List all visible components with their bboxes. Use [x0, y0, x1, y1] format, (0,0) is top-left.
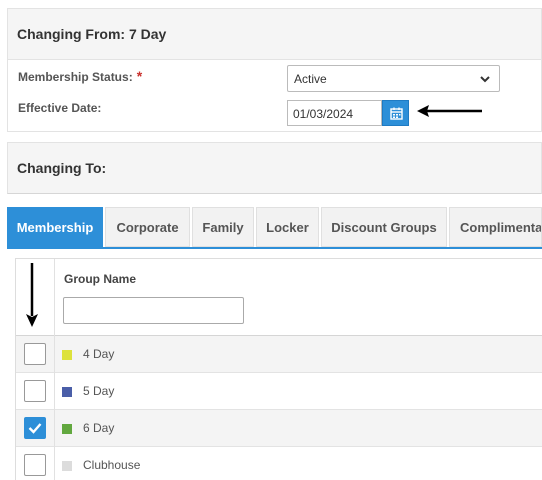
group-color-swatch	[62, 461, 72, 471]
tab-corporate[interactable]: Corporate	[105, 207, 190, 247]
effective-date-value: 01/03/2024	[293, 107, 354, 121]
row-checkbox[interactable]	[24, 454, 46, 476]
group-name-header: Group Name	[64, 272, 137, 286]
changing-from-header: Changing From: 7 Day	[7, 8, 542, 60]
group-name-filter[interactable]	[63, 297, 244, 324]
checkmark-icon	[28, 423, 42, 434]
calendar-button[interactable]	[382, 100, 409, 126]
table-row: 5 Day	[16, 373, 542, 410]
row-checkbox[interactable]	[24, 417, 46, 439]
arrow-down-icon	[26, 263, 38, 327]
group-color-swatch	[62, 387, 72, 397]
changing-from-form: Membership Status: * Active Effective Dat…	[7, 60, 542, 132]
effective-date-label: Effective Date:	[18, 101, 102, 115]
tab-underline	[7, 247, 542, 249]
tab-complimentary[interactable]: Complimentary	[449, 207, 542, 247]
column-divider	[54, 259, 55, 480]
table-row: 6 Day	[16, 410, 542, 447]
effective-date-input[interactable]: 01/03/2024	[287, 100, 382, 126]
membership-status-select[interactable]: Active	[287, 65, 500, 92]
changing-to-title: Changing To:	[17, 160, 107, 176]
group-name: 4 Day	[83, 347, 115, 361]
table-row: 4 Day	[16, 336, 542, 373]
grid-header: Group Name	[16, 259, 542, 336]
tab-family[interactable]: Family	[192, 207, 254, 247]
calendar-icon	[390, 107, 403, 120]
row-checkbox[interactable]	[24, 380, 46, 402]
tab-discount-groups[interactable]: Discount Groups	[321, 207, 447, 247]
membership-status-label: Membership Status: *	[18, 68, 143, 84]
arrow-left-icon	[417, 105, 482, 117]
group-name: 5 Day	[83, 384, 115, 398]
changing-from-title: Changing From: 7 Day	[17, 26, 167, 42]
group-color-swatch	[62, 424, 72, 434]
changing-to-header: Changing To:	[7, 142, 542, 194]
required-marker: *	[136, 68, 143, 84]
row-checkbox[interactable]	[24, 343, 46, 365]
membership-status-value: Active	[294, 72, 327, 86]
group-name: Clubhouse	[83, 458, 141, 472]
chevron-down-icon	[480, 76, 490, 83]
group-color-swatch	[62, 350, 72, 360]
tab-bar: Membership Corporate Family Locker Disco…	[7, 207, 542, 247]
tab-locker[interactable]: Locker	[256, 207, 319, 247]
group-grid: Group Name 4 Day 5 Day 6 Day Clubhouse	[15, 258, 542, 480]
table-row: Clubhouse	[16, 447, 542, 480]
tab-membership[interactable]: Membership	[7, 207, 103, 247]
group-name: 6 Day	[83, 421, 115, 435]
